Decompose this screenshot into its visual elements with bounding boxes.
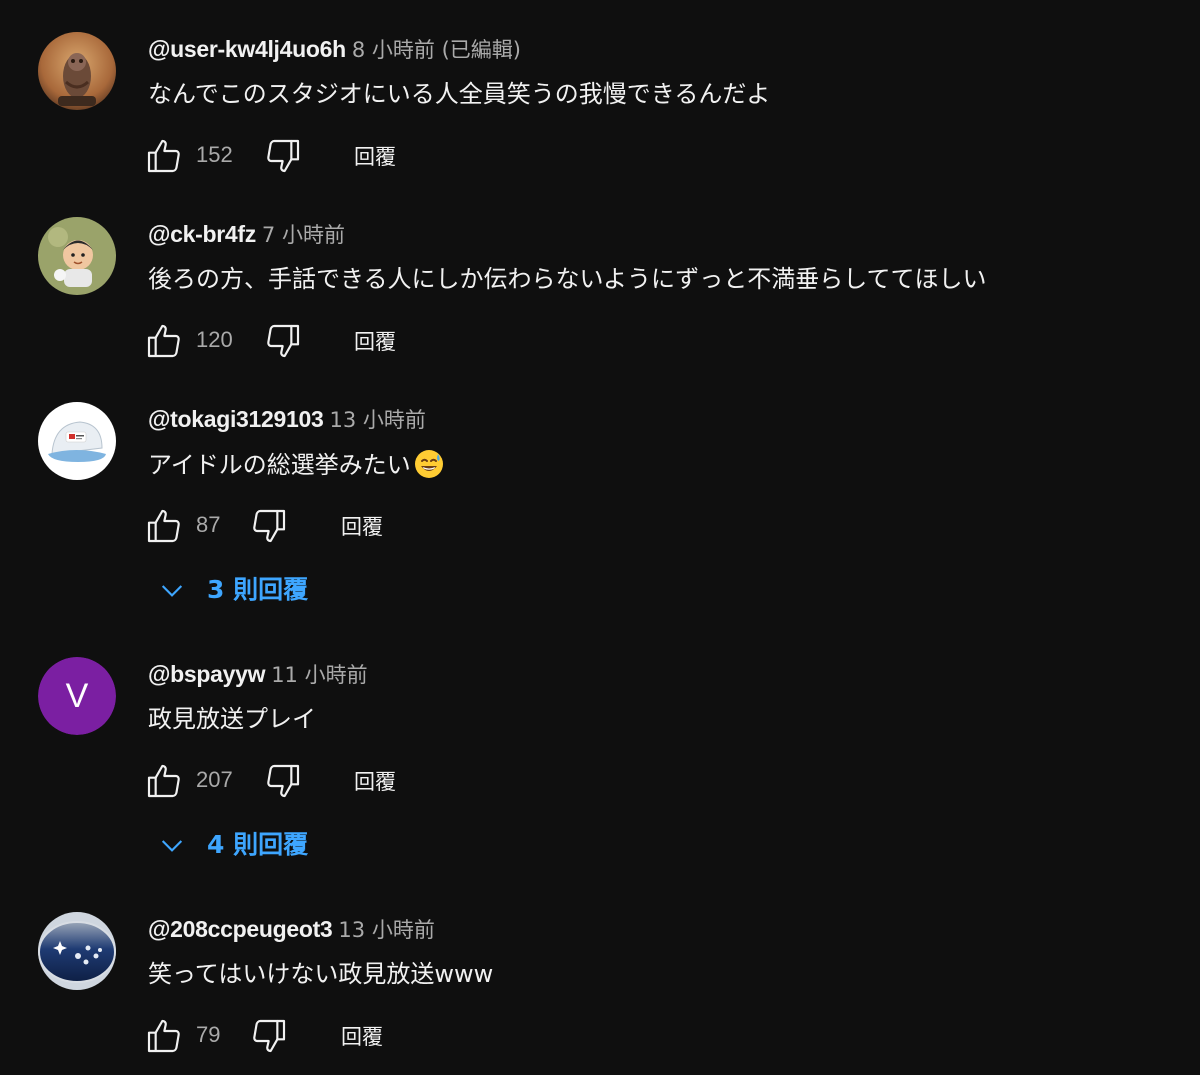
dislike-button[interactable] (263, 321, 303, 361)
thumbs-up-icon (147, 1019, 180, 1053)
like-button[interactable] (144, 761, 184, 801)
chevron-down-icon (161, 585, 183, 597)
comment-text: なんでこのスタジオにいる人全員笑うの我慢できるんだよ (148, 80, 771, 108)
replies-count-label: 3 則回覆 (207, 575, 309, 604)
comment-author[interactable]: @user-kw4lj4uo6h (148, 36, 346, 62)
reply-button[interactable]: 回覆 (341, 1021, 383, 1051)
like-button[interactable] (144, 1016, 184, 1056)
avatar[interactable] (38, 32, 116, 110)
thumbs-down-icon (267, 324, 300, 358)
reply-button[interactable]: 回覆 (341, 511, 383, 541)
thumbs-down-icon (267, 764, 300, 798)
avatar-letter: V (65, 677, 89, 715)
comment-text: アイドルの総選挙みたい (148, 448, 445, 481)
like-count: 152 (196, 142, 233, 167)
dislike-button[interactable] (249, 506, 289, 546)
subaru-emblem-avatar-icon (38, 912, 116, 990)
comment-header: @tokagi3129103 13 小時前 (148, 404, 426, 435)
avatar[interactable]: V (38, 657, 116, 735)
like-count: 79 (196, 1022, 221, 1047)
thumbs-down-icon (267, 139, 300, 173)
thumbs-up-icon (147, 509, 180, 543)
comments-section: @user-kw4lj4uo6h 8 小時前 (已編輯) なんでこのスタジオにいる… (0, 0, 1200, 1075)
owl-figure-avatar-icon (38, 32, 116, 110)
avatar[interactable] (38, 217, 116, 295)
avatar[interactable] (38, 912, 116, 990)
like-count: 120 (196, 327, 233, 352)
comment-text: 後ろの方、手話できる人にしか伝わらないようにずっと不満垂らしててほしい (148, 265, 987, 293)
thumbs-down-icon (253, 1019, 286, 1053)
dislike-button[interactable] (263, 761, 303, 801)
dislike-button[interactable] (263, 136, 303, 176)
cap-avatar-icon (38, 402, 116, 480)
thumbs-up-icon (147, 764, 180, 798)
replies-count-label: 4 則回覆 (207, 830, 309, 859)
comment-header: @user-kw4lj4uo6h 8 小時前 (已編輯) (148, 34, 521, 65)
comment-author[interactable]: @208ccpeugeot3 (148, 916, 333, 942)
like-count: 87 (196, 512, 221, 537)
reply-button[interactable]: 回覆 (354, 326, 396, 356)
comment-time[interactable]: 13 小時前 (338, 918, 434, 942)
comment-time[interactable]: 7 小時前 (262, 223, 345, 247)
comment-time[interactable]: 8 小時前 (已編輯) (352, 38, 521, 62)
comment-text-content: アイドルの総選挙みたい (148, 451, 411, 479)
comment-time[interactable]: 13 小時前 (330, 408, 426, 432)
thumbs-up-icon (147, 324, 180, 358)
comment-header: @ck-br4fz 7 小時前 (148, 219, 345, 250)
comment-author[interactable]: @bspayyw (148, 661, 265, 687)
like-button[interactable] (144, 321, 184, 361)
thumbs-down-icon (253, 509, 286, 543)
comment-text: 政見放送プレイ (148, 705, 316, 733)
comment-header: @208ccpeugeot3 13 小時前 (148, 914, 435, 945)
thumbs-up-icon (147, 139, 180, 173)
like-button[interactable] (144, 506, 184, 546)
comment-header: @bspayyw 11 小時前 (148, 659, 368, 690)
sweat-smile-emoji-icon (414, 450, 443, 478)
comment-author[interactable]: @ck-br4fz (148, 221, 256, 247)
cartoon-boy-avatar-icon (38, 217, 116, 295)
dislike-button[interactable] (249, 1016, 289, 1056)
comment-author[interactable]: @tokagi3129103 (148, 406, 324, 432)
chevron-down-icon (161, 840, 183, 852)
like-button[interactable] (144, 136, 184, 176)
reply-button[interactable]: 回覆 (354, 141, 396, 171)
comment-text: 笑ってはいけない政見放送www (148, 960, 494, 988)
like-count: 207 (196, 767, 233, 792)
comment-time[interactable]: 11 小時前 (271, 663, 367, 687)
avatar[interactable] (38, 402, 116, 480)
reply-button[interactable]: 回覆 (354, 766, 396, 796)
